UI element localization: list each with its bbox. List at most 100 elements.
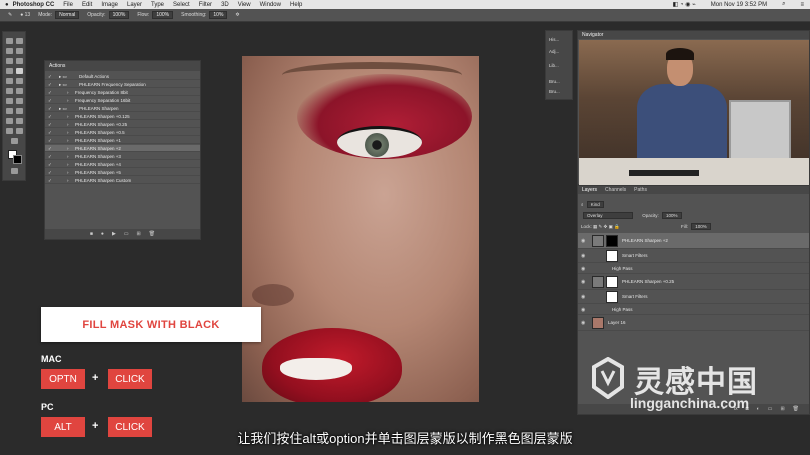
visibility-eye-icon[interactable]: ◉	[581, 320, 585, 326]
layer-thumbnail[interactable]	[592, 276, 604, 288]
eraser-tool-icon[interactable]	[6, 88, 13, 94]
menu-view[interactable]: View	[238, 2, 251, 8]
pen-tool-icon[interactable]	[6, 108, 13, 114]
mode-select[interactable]: Normal	[55, 11, 80, 19]
zoom-tool-icon[interactable]	[16, 128, 23, 134]
brush-tool-icon[interactable]: ✎	[8, 12, 12, 18]
layer-filter-control[interactable]: ⌕ Kind	[581, 201, 604, 208]
action-check-icon[interactable]: ✓	[48, 106, 52, 112]
dodge-tool-icon[interactable]	[16, 98, 23, 104]
action-row[interactable]: ✓ › PHLEARN Sharpen +5	[45, 169, 200, 176]
layer-thumbnail[interactable]	[592, 317, 604, 329]
new-set-icon[interactable]: ▭	[124, 231, 129, 237]
action-row[interactable]: ✓ › Frequency Separation 16bit	[45, 97, 200, 104]
action-row[interactable]: ✓ › Frequency Separation 8bit	[45, 89, 200, 96]
expand-arrow-icon[interactable]: ›	[67, 170, 69, 175]
crop-tool-icon[interactable]	[6, 58, 13, 64]
apple-icon[interactable]: ●	[5, 2, 9, 8]
layer-row[interactable]: ◉ Layer 16	[578, 315, 809, 331]
filter-mask-thumbnail[interactable]	[606, 291, 618, 303]
menu-type[interactable]: Type	[151, 2, 164, 8]
expand-arrow-icon[interactable]: ›	[67, 98, 69, 103]
action-row[interactable]: ✓ › PHLEARN Sharpen +4	[45, 161, 200, 168]
layer-thumbnail[interactable]	[592, 235, 604, 247]
layer-mask-thumbnail[interactable]	[606, 276, 618, 288]
layer-row[interactable]: ◉ PHLEARN Sharpen +0.25	[578, 274, 809, 290]
stamp-tool-icon[interactable]	[6, 78, 13, 84]
visibility-eye-icon[interactable]: ◉	[581, 307, 585, 313]
tab-layers[interactable]: Layers	[582, 187, 597, 193]
folder-icon[interactable]: ▸ ▭	[59, 106, 67, 112]
layer-mask-thumbnail[interactable]	[606, 235, 618, 247]
action-row[interactable]: ✓ › PHLEARN Sharpen +3	[45, 153, 200, 160]
opacity-control[interactable]: Opacity: 100%	[87, 11, 130, 19]
flow-control[interactable]: Flow: 100%	[137, 11, 174, 19]
expand-arrow-icon[interactable]: ›	[67, 162, 69, 167]
expand-arrow-icon[interactable]: ›	[67, 178, 69, 183]
settings-gear-icon[interactable]: ✲	[235, 12, 239, 18]
brush-settings-panel-button[interactable]: Bru...	[549, 89, 560, 94]
action-row[interactable]: ✓ › PHLEARN Sharpen Custom	[45, 177, 200, 184]
menu-file[interactable]: File	[63, 2, 73, 8]
action-check-icon[interactable]: ✓	[48, 74, 52, 80]
expand-arrow-icon[interactable]: ›	[67, 90, 69, 95]
layer-row[interactable]: ◉ Smart Filters	[578, 249, 809, 263]
expand-arrow-icon[interactable]: ›	[67, 114, 69, 119]
menu-help[interactable]: Help	[290, 2, 302, 8]
stop-icon[interactable]: ■	[90, 231, 93, 237]
shape-tool-icon[interactable]	[16, 118, 23, 124]
action-row[interactable]: ✓ ▸ ▭ Default Actions	[45, 73, 200, 80]
action-check-icon[interactable]: ✓	[48, 130, 52, 136]
visibility-eye-icon[interactable]: ◉	[581, 279, 585, 285]
brush-size-picker[interactable]: ● 13	[20, 12, 30, 18]
histogram-panel-button[interactable]: His...	[549, 37, 559, 42]
action-check-icon[interactable]: ✓	[48, 114, 52, 120]
action-check-icon[interactable]: ✓	[48, 90, 52, 96]
expand-arrow-icon[interactable]: ›	[67, 154, 69, 159]
action-check-icon[interactable]: ✓	[48, 82, 52, 88]
navigator-panel-title[interactable]: Navigator	[578, 31, 809, 39]
visibility-eye-icon[interactable]: ◉	[581, 253, 585, 259]
action-check-icon[interactable]: ✓	[48, 98, 52, 104]
action-check-icon[interactable]: ✓	[48, 154, 52, 160]
move-tool-icon[interactable]	[6, 38, 13, 44]
action-row[interactable]: ✓ ▸ ▭ PHLEARN Frequency Separation	[45, 81, 200, 88]
filter-mask-thumbnail[interactable]	[606, 250, 618, 262]
expand-arrow-icon[interactable]: ›	[67, 122, 69, 127]
menu-select[interactable]: Select	[173, 2, 190, 8]
lock-icons[interactable]: ▦ ✎ ✥ ▣ 🔒	[593, 224, 620, 229]
menu-edit[interactable]: Edit	[82, 2, 92, 8]
adjustments-panel-button[interactable]: Adj...	[549, 49, 559, 54]
gradient-tool-icon[interactable]	[16, 88, 23, 94]
path-select-tool-icon[interactable]	[6, 118, 13, 124]
layer-row[interactable]: ◉ High Pass	[578, 263, 809, 274]
document-canvas[interactable]	[242, 56, 479, 402]
hand-tool-icon[interactable]	[6, 128, 13, 134]
layer-opacity-input[interactable]: 100%	[662, 212, 682, 219]
action-row[interactable]: ✓ › PHLEARN Sharpen +0.5	[45, 129, 200, 136]
visibility-eye-icon[interactable]: ◉	[581, 238, 585, 244]
brush-tool-icon[interactable]	[16, 68, 23, 74]
action-row[interactable]: ✓ › PHLEARN Sharpen +1	[45, 137, 200, 144]
history-brush-tool-icon[interactable]	[16, 78, 23, 84]
type-tool-icon[interactable]	[16, 108, 23, 114]
fill-input[interactable]: 100%	[691, 223, 711, 230]
app-menu[interactable]: Photoshop CC	[13, 2, 55, 8]
lasso-tool-icon[interactable]	[6, 48, 13, 54]
action-check-icon[interactable]: ✓	[48, 170, 52, 176]
menu-image[interactable]: Image	[101, 2, 118, 8]
expand-arrow-icon[interactable]: ›	[67, 146, 69, 151]
action-check-icon[interactable]: ✓	[48, 146, 52, 152]
layer-row[interactable]: ◉ Smart Filters	[578, 290, 809, 304]
blur-tool-icon[interactable]	[6, 98, 13, 104]
layer-row[interactable]: ◉ High Pass	[578, 304, 809, 315]
brushes-panel-button[interactable]: Bru...	[549, 79, 560, 84]
folder-icon[interactable]: ▸ ▭	[59, 74, 67, 80]
search-icon[interactable]: ⌕	[782, 1, 785, 8]
edit-toolbar-icon[interactable]	[11, 138, 18, 144]
marquee-tool-icon[interactable]	[16, 38, 23, 44]
action-check-icon[interactable]: ✓	[48, 162, 52, 168]
visibility-eye-icon[interactable]: ◉	[581, 266, 585, 272]
action-row[interactable]: ✓ › PHLEARN Sharpen +2	[45, 145, 200, 152]
quick-select-tool-icon[interactable]	[16, 48, 23, 54]
